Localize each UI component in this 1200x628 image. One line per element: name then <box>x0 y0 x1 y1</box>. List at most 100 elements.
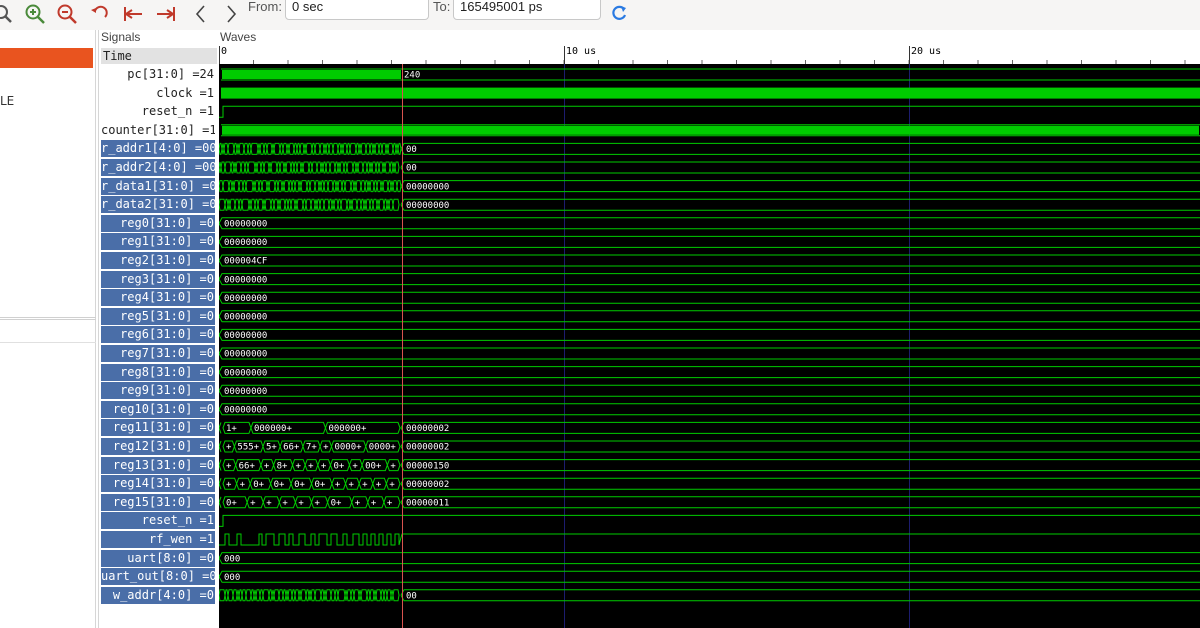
signal-row[interactable]: pc[31:0] =24 <box>101 66 215 83</box>
bus-activity-wave <box>219 198 400 211</box>
wave-value: 5+ <box>266 443 277 453</box>
bus-activity-wave <box>219 589 400 602</box>
hierarchy-panel: LE <box>0 30 96 628</box>
signal-row[interactable]: r_addr2[4:0] =00 <box>101 159 215 176</box>
signal-row[interactable]: reg7[31:0] =0 <box>101 345 215 362</box>
bus-wave <box>219 328 1200 341</box>
signal-row[interactable]: r_addr1[4:0] =00 <box>101 140 215 158</box>
signal-row[interactable]: reg9[31:0] =0 <box>101 382 215 400</box>
signal-row[interactable]: reg12[31:0] =0 <box>101 438 215 455</box>
next-icon[interactable] <box>220 3 242 25</box>
waves-canvas[interactable]: 0 10 us 20 us 240 00 00 00000000 00000000 000000… <box>219 46 1200 628</box>
wave-value: + <box>226 443 232 453</box>
wave-value: 66+ <box>239 461 256 471</box>
signal-row[interactable]: reg15[31:0] =0 <box>101 493 215 511</box>
signal-row[interactable]: reset_n =1 <box>101 103 215 121</box>
signal-row[interactable]: reg3[31:0] =0 <box>101 270 215 288</box>
goto-start-icon[interactable] <box>122 3 144 25</box>
signal-row[interactable]: r_data1[31:0] =0 <box>101 177 215 195</box>
signal-row[interactable]: reg14[31:0] =0 <box>101 475 215 493</box>
from-input[interactable]: 0 sec <box>285 0 429 20</box>
signal-row[interactable]: reg1[31:0] =0 <box>101 233 215 251</box>
wave-value: + <box>264 461 270 471</box>
signal-row[interactable]: reg11[31:0] =0 <box>101 419 215 437</box>
wave-value: + <box>389 480 395 490</box>
signal-row[interactable]: reset_n =1 <box>101 512 215 530</box>
bus-wave <box>219 291 1200 304</box>
bus-wave <box>219 384 1200 397</box>
to-label: To: <box>433 0 451 14</box>
signal-row[interactable]: reg8[31:0] =0 <box>101 363 215 381</box>
wave-value: 00000000 <box>224 313 267 323</box>
pane-divider[interactable] <box>0 317 96 320</box>
reset-wave <box>219 514 1200 527</box>
hierarchy-label[interactable]: LE <box>0 94 14 108</box>
signal-row[interactable]: rf_wen =1 <box>101 531 215 548</box>
wave-value: 00000011 <box>406 499 449 509</box>
signal-row[interactable]: reg5[31:0] =0 <box>101 307 215 325</box>
selected-hierarchy-item[interactable] <box>0 48 93 68</box>
signal-row[interactable]: reg4[31:0] =0 <box>101 289 215 307</box>
signal-row[interactable]: reg10[31:0] =0 <box>101 400 215 418</box>
goto-end-icon[interactable] <box>155 3 177 25</box>
wave-value: + <box>321 461 327 471</box>
divider <box>0 342 96 343</box>
wave-value: 000000+ <box>254 424 293 434</box>
signal-row[interactable]: counter[31:0] =1! <box>101 121 215 139</box>
reset-wave <box>219 105 1200 118</box>
wave-value: + <box>296 461 302 471</box>
wave-value: + <box>266 499 272 509</box>
wave-value: 00000000 <box>224 368 267 378</box>
bus-wave <box>400 589 1200 602</box>
signal-row[interactable]: reg13[31:0] =0 <box>101 456 215 474</box>
signal-row[interactable]: uart_out[8:0] =0 <box>101 568 215 586</box>
to-input[interactable]: 165495001 ps <box>453 0 601 20</box>
undo-icon[interactable] <box>88 3 110 25</box>
wave-value: + <box>226 480 232 490</box>
signal-row[interactable]: r_data2[31:0] =0 <box>101 196 215 214</box>
wave-value: + <box>362 480 368 490</box>
rf-wen-wave <box>219 533 1200 546</box>
ruler-label: 0 <box>221 46 227 57</box>
bus-wave <box>219 273 1200 286</box>
reload-icon[interactable] <box>608 3 630 25</box>
bus-wave <box>400 198 1200 211</box>
wave-value: 00000002 <box>406 424 449 434</box>
zoom-in-icon[interactable] <box>24 3 46 25</box>
signal-row[interactable]: reg6[31:0] =0 <box>101 326 215 344</box>
signal-row[interactable]: reg0[31:0] =0 <box>101 214 215 232</box>
toolbar: From: 0 sec To: 165495001 ps <box>0 0 1200 30</box>
wave-value: + <box>308 461 314 471</box>
signals-title: Signals <box>101 30 141 44</box>
wave-value: 7+ <box>306 443 317 453</box>
wave-value: 00000000 <box>406 182 449 192</box>
wave-value: 00 <box>406 164 417 174</box>
wave-value: 0+ <box>294 480 305 490</box>
signal-row[interactable]: w_addr[4:0] =0 <box>101 586 215 604</box>
wave-value: 0+ <box>253 480 264 490</box>
bus-activity-wave <box>219 142 402 155</box>
zoom-out-icon[interactable] <box>56 3 78 25</box>
prev-icon[interactable] <box>190 3 212 25</box>
zoom-fit-icon[interactable] <box>0 3 14 25</box>
signal-row[interactable]: clock =1 <box>101 84 215 102</box>
wave-value: 555+ <box>237 443 259 453</box>
wave-value: 00000000 <box>224 331 267 341</box>
wave-value: 00000000 <box>224 406 267 416</box>
bus-wave <box>400 142 1200 155</box>
wave-value: 000000+ <box>328 424 367 434</box>
wave-value: + <box>226 461 232 471</box>
wave-value: + <box>376 480 382 490</box>
bus-wave <box>400 180 1200 193</box>
signal-row[interactable]: uart[8:0] =0 <box>101 549 215 567</box>
ruler-label: 10 us <box>566 46 596 57</box>
wave-value: + <box>250 499 256 509</box>
wave-value: 0000+ <box>334 443 362 453</box>
signal-row[interactable]: reg2[31:0] =0 <box>101 252 215 269</box>
waves-svg[interactable]: 0 10 us 20 us24000000000000000000000000000… <box>219 46 1200 628</box>
clock-wave <box>221 87 1200 99</box>
wave-value: + <box>390 461 396 471</box>
wave-value: 00000002 <box>406 480 449 490</box>
wave-value: + <box>352 461 358 471</box>
wave-value: 00000000 <box>224 220 267 230</box>
